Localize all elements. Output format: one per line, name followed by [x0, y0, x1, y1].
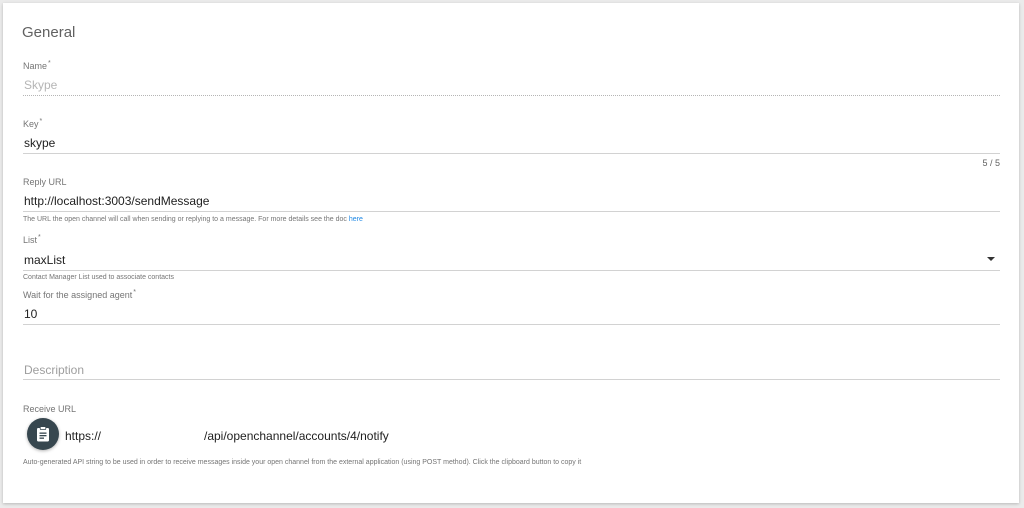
required-mark: *: [133, 289, 136, 296]
description-underline: [23, 379, 1000, 380]
name-underline: [23, 95, 1000, 96]
name-input: Skype: [24, 78, 58, 92]
required-mark: *: [38, 234, 41, 241]
key-underline: [23, 153, 1000, 154]
list-underline: [23, 270, 1000, 271]
copy-url-button[interactable]: [27, 418, 59, 450]
reply-url-input[interactable]: http://localhost:3003/sendMessage: [24, 194, 984, 208]
reply-url-underline: [23, 211, 1000, 212]
reply-url-hint: The URL the open channel will call when …: [23, 216, 363, 223]
description-field[interactable]: Description: [23, 361, 1000, 383]
description-input[interactable]: Description: [24, 363, 84, 377]
name-field: Name* Skype: [23, 60, 1000, 97]
caret-down-icon[interactable]: [987, 257, 995, 261]
wait-agent-field: Wait for the assigned agent* 10: [23, 289, 1000, 326]
key-label: Key*: [23, 118, 43, 129]
required-mark: *: [48, 60, 51, 67]
list-hint: Contact Manager List used to associate c…: [23, 274, 174, 281]
receive-url-hint: Auto-generated API string to be used in …: [23, 459, 582, 466]
wait-agent-input[interactable]: 10: [24, 307, 984, 321]
reply-url-label: Reply URL: [23, 177, 67, 187]
name-label: Name*: [23, 60, 51, 71]
general-settings-card: General Name* Skype Key* skype 5 / 5 Rep…: [3, 3, 1019, 503]
wait-agent-underline: [23, 324, 1000, 325]
section-title: General: [22, 24, 76, 41]
required-mark: *: [39, 118, 43, 125]
key-field: Key* skype 5 / 5: [23, 118, 1000, 169]
list-label: List*: [23, 234, 41, 245]
clipboard-icon: [37, 426, 49, 442]
receive-url-path: /api/openchannel/accounts/4/notify: [204, 429, 389, 443]
key-input[interactable]: skype: [24, 136, 984, 150]
list-select[interactable]: maxList: [24, 253, 984, 267]
wait-agent-label: Wait for the assigned agent*: [23, 289, 136, 300]
list-field: List* maxList Contact Manager List used …: [23, 234, 1000, 285]
reply-url-field: Reply URL http://localhost:3003/sendMess…: [23, 177, 1000, 225]
receive-url-prefix: https://: [65, 429, 102, 443]
receive-url-label: Receive URL: [23, 404, 77, 414]
doc-link[interactable]: here: [349, 216, 363, 223]
key-char-counter: 5 / 5: [982, 158, 1000, 168]
